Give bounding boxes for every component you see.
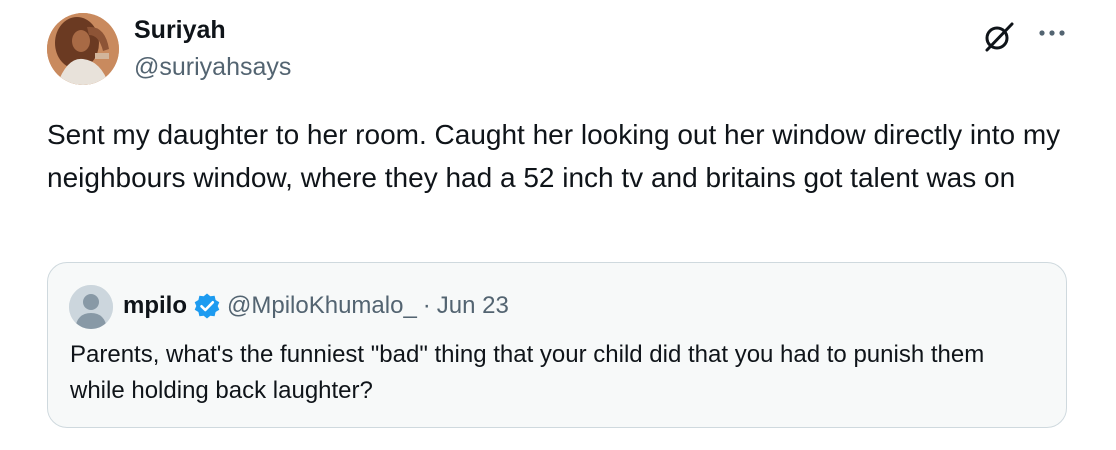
author-avatar[interactable] bbox=[47, 13, 119, 85]
default-avatar-icon bbox=[69, 285, 113, 329]
author-display-name[interactable]: Suriyah bbox=[134, 14, 226, 46]
more-options-icon[interactable] bbox=[1034, 18, 1070, 48]
quoted-text: Parents, what's the funniest "bad" thing… bbox=[70, 341, 985, 404]
tweet-text: Sent my daughter to her room. Caught her… bbox=[47, 119, 1061, 193]
quoted-author-avatar[interactable] bbox=[69, 285, 113, 329]
tweet: Suriyah @suriyahsays Sent my daughter to… bbox=[0, 0, 1116, 450]
quoted-tweet[interactable]: mpilo @MpiloKhumalo_ · Jun 23 Parents, w… bbox=[47, 262, 1067, 428]
quoted-header: mpilo @MpiloKhumalo_ · Jun 23 bbox=[123, 290, 509, 322]
quoted-separator: · bbox=[422, 292, 431, 319]
author-handle[interactable]: @suriyahsays bbox=[134, 51, 291, 83]
verified-badge-icon bbox=[193, 292, 221, 320]
profile-photo-icon bbox=[47, 13, 119, 85]
quoted-handle[interactable]: @MpiloKhumalo_ bbox=[227, 292, 417, 320]
quoted-date[interactable]: Jun 23 bbox=[437, 292, 509, 320]
grok-icon[interactable] bbox=[982, 20, 1016, 54]
quoted-display-name[interactable]: mpilo bbox=[123, 292, 187, 320]
